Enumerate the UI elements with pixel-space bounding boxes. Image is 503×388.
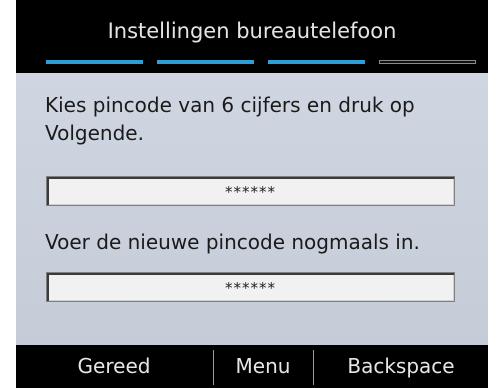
new-pin-prompt: Kies pincode van 6 cijfers en druk op Vo… xyxy=(45,93,415,145)
phone-screen: Instellingen bureautelefoon Kies pincode… xyxy=(16,0,488,388)
title-bar: Instellingen bureautelefoon xyxy=(16,0,488,73)
page-title: Instellingen bureautelefoon xyxy=(107,19,397,43)
progress-step-2 xyxy=(157,60,254,64)
confirm-pin-prompt: Voer de nieuwe pincode nogmaals in. xyxy=(45,230,420,254)
progress-step-1 xyxy=(46,60,143,64)
progress-step-4 xyxy=(379,60,476,64)
new-pin-input[interactable]: ****** xyxy=(46,176,455,206)
done-softkey[interactable]: Gereed xyxy=(16,345,212,388)
pin-setup-form: Kies pincode van 6 cijfers en druk op Vo… xyxy=(16,73,488,345)
backspace-softkey[interactable]: Backspace xyxy=(314,345,488,388)
softkey-bar: Gereed Menu Backspace xyxy=(16,345,488,388)
confirm-pin-input[interactable]: ****** xyxy=(46,272,455,302)
progress-step-3 xyxy=(268,60,365,64)
menu-softkey[interactable]: Menu xyxy=(214,345,312,388)
setup-progress-indicator xyxy=(46,60,476,65)
